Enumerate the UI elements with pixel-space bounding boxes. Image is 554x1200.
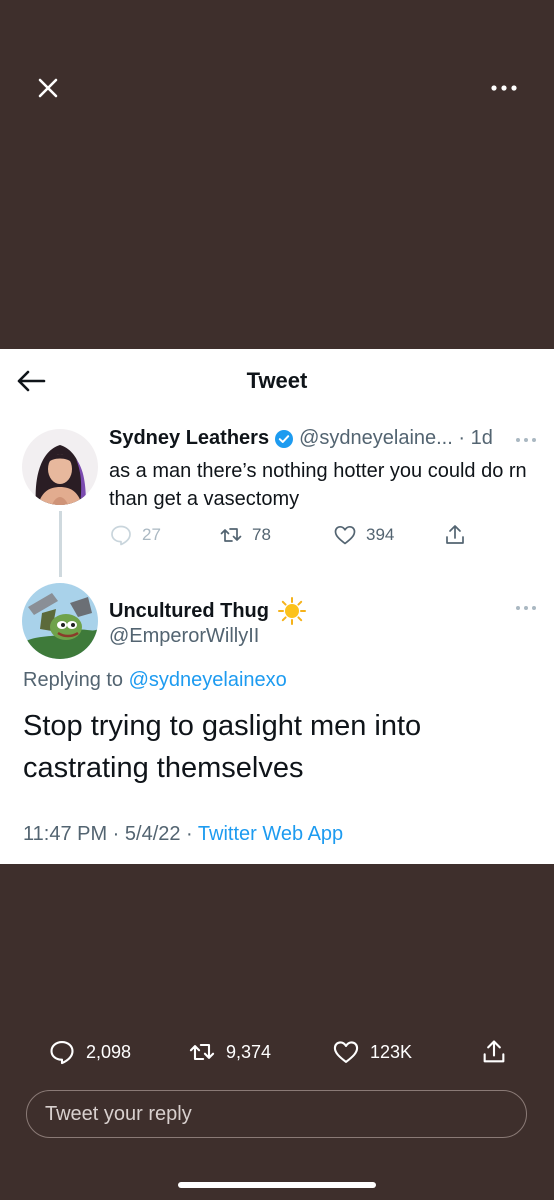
share-icon	[483, 1040, 505, 1063]
like-count: 394	[366, 525, 395, 544]
mention-link[interactable]: @sydneyelainexo	[129, 669, 287, 691]
reply-icon	[50, 1041, 74, 1065]
more-icon[interactable]	[484, 76, 524, 100]
reply-button[interactable]: 2,098	[48, 1038, 131, 1066]
replying-to: Replying to @sydneyelainexo	[23, 669, 287, 692]
retweet-icon	[220, 528, 242, 542]
reply-count: 27	[142, 525, 161, 544]
like-button[interactable]: 394	[333, 523, 394, 547]
author-handle-time[interactable]: @sydneyelaine... · 1d	[299, 427, 493, 450]
tweet-card: Tweet Sydney Leathers @sydneyelaine... ·…	[0, 349, 554, 864]
tweet-meta: 11:47 PM · 5/4/22 · Twitter Web App	[23, 823, 343, 846]
retweet-count: 78	[252, 525, 271, 544]
page-title: Tweet	[246, 368, 308, 393]
retweet-button[interactable]: 78	[219, 523, 271, 547]
avatar[interactable]	[22, 583, 98, 659]
verified-badge-icon	[274, 429, 294, 449]
reply-author-row: Uncultured Thug	[109, 596, 307, 626]
reply-box	[26, 1090, 527, 1138]
retweet-count: 9,374	[226, 1041, 272, 1062]
author-handle[interactable]: @EmperorWillyII	[109, 625, 259, 648]
heart-icon	[333, 1041, 359, 1063]
thread-line	[59, 511, 62, 577]
retweet-button[interactable]: 9,374	[188, 1038, 271, 1066]
author-name[interactable]: Sydney Leathers	[109, 427, 269, 450]
like-count: 123K	[370, 1041, 413, 1062]
reply-count: 2,098	[86, 1041, 132, 1062]
more-icon[interactable]	[512, 601, 540, 615]
like-button[interactable]: 123K	[332, 1038, 412, 1066]
tweet-text: Stop trying to gaslight men into castrat…	[23, 710, 422, 784]
replying-prefix: Replying to	[23, 669, 129, 691]
close-icon[interactable]	[30, 70, 66, 106]
tweet-actions: 27 78 394	[109, 523, 489, 549]
avatar[interactable]	[22, 429, 98, 505]
reply-button[interactable]: 27	[109, 523, 161, 547]
retweet-icon	[189, 1043, 215, 1061]
tweet-source[interactable]: Twitter Web App	[198, 823, 343, 845]
tweet-timestamp[interactable]: 11:47 PM · 5/4/22 ·	[23, 823, 198, 845]
engagement-bar: 2,098 9,374 123K	[48, 1038, 518, 1066]
author-name[interactable]: Uncultured Thug	[109, 600, 269, 623]
share-button[interactable]	[443, 523, 476, 547]
reply-icon	[111, 525, 131, 546]
more-icon[interactable]	[512, 433, 540, 447]
sun-icon	[277, 596, 307, 626]
share-icon	[446, 525, 464, 544]
tweet-text: as a man there’s nothing hotter you coul…	[109, 460, 527, 510]
reply-input[interactable]	[27, 1091, 526, 1137]
parent-tweet-header: Sydney Leathers @sydneyelaine... · 1d	[109, 427, 493, 450]
heart-icon	[334, 525, 356, 545]
share-button[interactable]	[480, 1038, 518, 1066]
home-indicator[interactable]	[178, 1182, 376, 1188]
